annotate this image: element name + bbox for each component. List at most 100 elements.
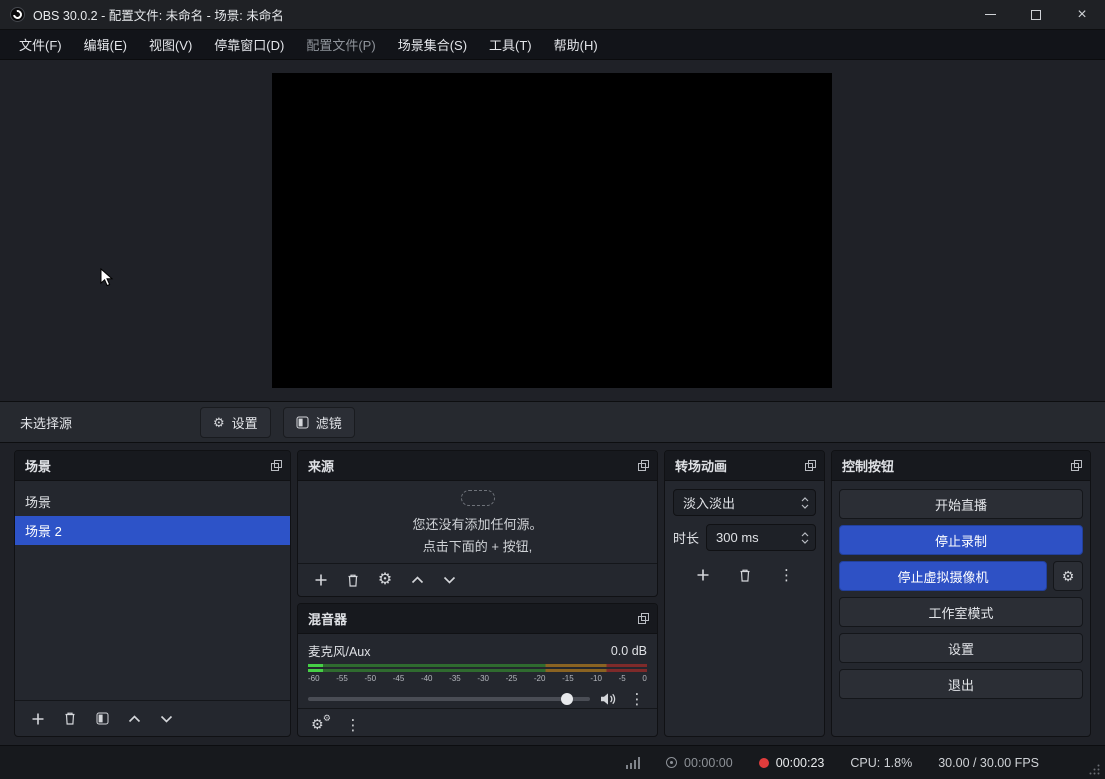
sources-dock-header[interactable]: 来源: [298, 451, 657, 481]
duration-spinbox[interactable]: 300 ms: [706, 524, 816, 551]
maximize-button[interactable]: [1013, 0, 1059, 29]
scale-tick: -15: [562, 674, 574, 683]
virtual-camera-settings-button[interactable]: ⚙: [1053, 561, 1083, 591]
preview-area: [0, 60, 1105, 401]
window-title: OBS 30.0.2 - 配置文件: 未命名 - 场景: 未命名: [33, 5, 967, 24]
volume-slider-handle[interactable]: [561, 693, 573, 705]
advanced-audio-button[interactable]: ⚙ ⚙: [308, 713, 334, 737]
controls-body: 开始直播 停止录制 停止虚拟摄像机 ⚙ 工作室模式 设置 退出: [832, 481, 1090, 707]
source-selection-label: 未选择源: [20, 413, 72, 432]
spinbox-arrows[interactable]: [801, 532, 809, 544]
mixer-popout-button[interactable]: [638, 613, 649, 624]
scene-filters-button[interactable]: [89, 707, 115, 731]
menu-view[interactable]: 视图(V): [138, 30, 203, 59]
mute-button[interactable]: [600, 692, 617, 706]
transition-duration-row: 时长 300 ms: [673, 524, 816, 551]
mixer-channel-name: 麦克风/Aux: [308, 641, 371, 660]
plus-icon: [696, 568, 710, 582]
menu-scene-collection[interactable]: 场景集合(S): [387, 30, 478, 59]
context-toolbar: 未选择源 ⚙ 设置 滤镜: [0, 401, 1105, 443]
sources-popout-button[interactable]: [638, 460, 649, 471]
stop-recording-button[interactable]: 停止录制: [839, 525, 1083, 555]
resize-grip[interactable]: [1089, 764, 1100, 775]
transitions-body: 淡入淡出 时长 300 ms: [665, 481, 824, 595]
controls-popout-button[interactable]: [1071, 460, 1082, 471]
source-properties-button[interactable]: ⚙ 设置: [200, 407, 271, 438]
transitions-dock-header[interactable]: 转场动画: [665, 451, 824, 481]
sources-dock: 来源 您还没有添加任何源。 点击下面的 + 按钮, ⚙: [297, 450, 658, 597]
menu-profile[interactable]: 配置文件(P): [295, 30, 386, 59]
scenes-popout-button[interactable]: [271, 460, 282, 471]
move-source-up-button[interactable]: [404, 568, 430, 592]
exit-button[interactable]: 退出: [839, 669, 1083, 699]
sources-empty-text-1: 您还没有添加任何源。: [412, 514, 542, 533]
window-controls: ×: [967, 0, 1105, 29]
move-source-down-button[interactable]: [436, 568, 462, 592]
studio-mode-button[interactable]: 工作室模式: [839, 597, 1083, 627]
duration-value: 300 ms: [716, 530, 759, 545]
mixer-dock-header[interactable]: 混音器: [298, 604, 657, 634]
mixer-menu-button[interactable]: ⋮: [340, 713, 366, 737]
menu-docks[interactable]: 停靠窗口(D): [203, 30, 295, 59]
source-properties-gear-button[interactable]: ⚙: [372, 568, 398, 592]
scale-tick: -20: [534, 674, 546, 683]
menu-tools[interactable]: 工具(T): [478, 30, 543, 59]
remove-scene-button[interactable]: [57, 707, 83, 731]
scale-tick: -35: [449, 674, 461, 683]
add-transition-button[interactable]: [690, 563, 716, 587]
remove-transition-button[interactable]: [732, 563, 758, 587]
titlebar[interactable]: OBS 30.0.2 - 配置文件: 未命名 - 场景: 未命名 ×: [0, 0, 1105, 30]
scene-item-selected[interactable]: 场景 2: [15, 516, 290, 545]
move-scene-up-button[interactable]: [121, 707, 147, 731]
minimize-button[interactable]: [967, 0, 1013, 29]
preview-canvas[interactable]: [272, 73, 832, 388]
volume-slider[interactable]: [308, 697, 590, 701]
close-button[interactable]: ×: [1059, 0, 1105, 29]
source-filters-button[interactable]: 滤镜: [283, 407, 355, 438]
scenes-dock-title: 场景: [25, 456, 51, 475]
popout-icon: [271, 460, 282, 471]
minimize-icon: [985, 14, 996, 15]
scenes-toolbar: [15, 700, 290, 736]
scale-tick: -5: [619, 674, 626, 683]
mixer-channel-menu-button[interactable]: ⋮: [627, 690, 647, 708]
menu-edit[interactable]: 编辑(E): [73, 30, 138, 59]
stream-status-icon: [666, 757, 677, 768]
add-scene-button[interactable]: [25, 707, 51, 731]
scene-item[interactable]: 场景: [15, 487, 290, 516]
scene-filters-icon: [96, 712, 109, 725]
popout-icon: [1071, 460, 1082, 471]
controls-dock-header[interactable]: 控制按钮: [832, 451, 1090, 481]
transition-select-value: 淡入淡出: [683, 493, 735, 512]
transition-select[interactable]: 淡入淡出: [673, 489, 816, 516]
cpu-usage: CPU: 1.8%: [850, 756, 912, 770]
scenes-dock-header[interactable]: 场景: [15, 451, 290, 481]
fps-counter: 30.00 / 30.00 FPS: [938, 756, 1039, 770]
remove-source-button[interactable]: [340, 568, 366, 592]
chevron-down-icon: [443, 576, 456, 584]
transition-properties-button[interactable]: ⋮: [774, 563, 800, 587]
popout-icon: [638, 613, 649, 624]
transitions-popout-button[interactable]: [805, 460, 816, 471]
add-source-button[interactable]: [308, 568, 334, 592]
settings-button[interactable]: 设置: [839, 633, 1083, 663]
chevron-up-icon: [411, 576, 424, 584]
controls-dock: 控制按钮 开始直播 停止录制 停止虚拟摄像机 ⚙ 工作室模式 设置 退出: [831, 450, 1091, 737]
recording-indicator-icon: [759, 758, 769, 768]
trash-icon: [63, 711, 77, 726]
sources-dock-title: 来源: [308, 456, 334, 475]
menu-file[interactable]: 文件(F): [8, 30, 73, 59]
empty-sources-icon: [461, 490, 495, 506]
start-streaming-button[interactable]: 开始直播: [839, 489, 1083, 519]
sources-mixer-column: 来源 您还没有添加任何源。 点击下面的 + 按钮, ⚙: [297, 450, 658, 737]
maximize-icon: [1031, 10, 1041, 20]
close-icon: ×: [1077, 7, 1086, 23]
move-scene-down-button[interactable]: [153, 707, 179, 731]
stop-virtual-camera-button[interactable]: 停止虚拟摄像机: [839, 561, 1047, 591]
chevron-up-icon: [801, 497, 809, 502]
menu-help[interactable]: 帮助(H): [543, 30, 609, 59]
scene-item-label: 场景 2: [25, 521, 62, 540]
controls-dock-title: 控制按钮: [842, 456, 894, 475]
virtual-camera-row: 停止虚拟摄像机 ⚙: [839, 561, 1083, 591]
mixer-channel-level: 0.0 dB: [611, 644, 647, 658]
